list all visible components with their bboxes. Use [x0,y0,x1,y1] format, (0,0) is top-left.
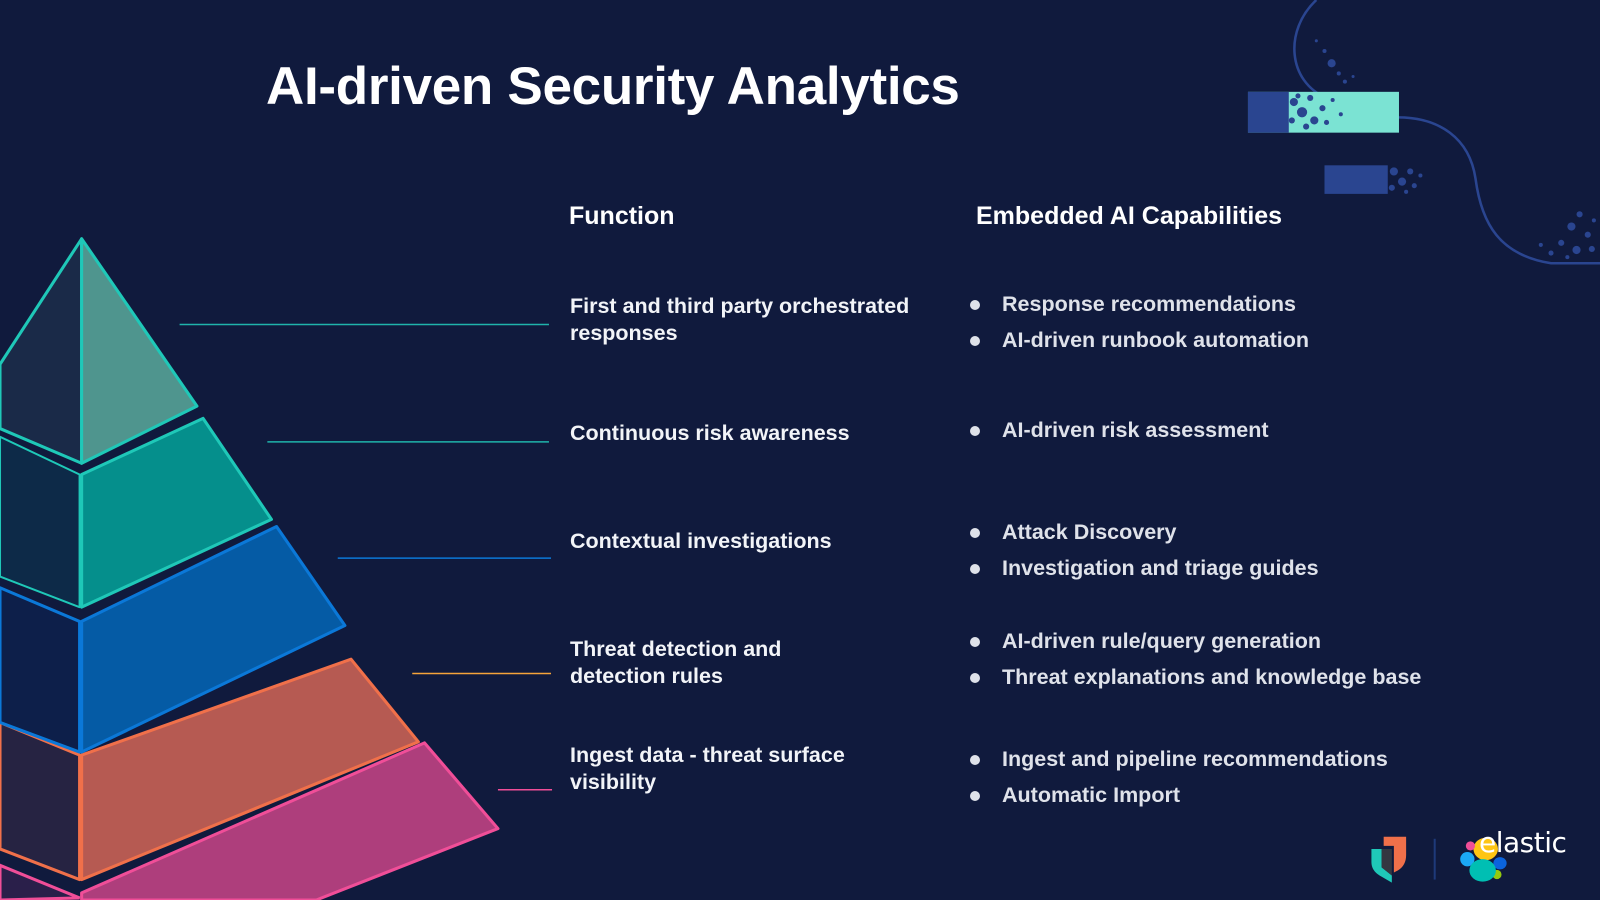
capability-item: Investigation and triage guides [970,550,1319,586]
bullet-icon [970,564,980,574]
function-label-tier-2: Continuous risk awareness [570,420,940,447]
pyramid [0,237,500,900]
capability-text: AI-driven risk assessment [1002,418,1269,442]
bullet-icon [970,755,980,765]
capability-text: Response recommendations [1002,292,1296,316]
function-label-tier-4: Threat detection and detection rules [570,636,940,690]
capability-text: Attack Discovery [1002,520,1177,544]
elastic-security-shield-icon [1371,836,1407,883]
function-line: Threat detection and [570,637,782,661]
capabilities-list-tier-4: AI-driven rule/query generation Threat e… [970,623,1421,695]
capability-text: Investigation and triage guides [1002,556,1319,580]
elastic-wordmark: elastic [1479,826,1567,859]
function-label-tier-5: Ingest data - threat surface visibility [570,742,940,796]
capability-item: Attack Discovery [970,514,1319,550]
function-line: responses [570,321,678,345]
function-line: Ingest data - threat surface [570,743,845,767]
capability-text: Threat explanations and knowledge base [1002,665,1422,689]
capability-item: AI-driven runbook automation [970,322,1309,358]
function-line: First and third party orchestrated [570,294,910,318]
capability-item: Response recommendations [970,286,1309,322]
capability-item: AI-driven rule/query generation [970,623,1421,659]
function-line: Contextual investigations [570,529,832,553]
capability-text: Automatic Import [1002,783,1180,807]
capabilities-list-tier-3: Attack Discovery Investigation and triag… [970,514,1319,586]
bullet-icon [970,426,980,436]
capabilities-list-tier-5: Ingest and pipeline recommendations Auto… [970,741,1388,813]
capability-text: AI-driven runbook automation [1002,328,1309,352]
capabilities-list-tier-1: Response recommendations AI-driven runbo… [970,286,1309,358]
capability-text: Ingest and pipeline recommendations [1002,747,1388,771]
function-label-tier-1: First and third party orchestrated respo… [570,293,940,347]
capability-item: Ingest and pipeline recommendations [970,741,1388,777]
function-line: visibility [570,770,657,794]
column-header-function: Function [569,202,675,230]
capability-text: AI-driven rule/query generation [1002,629,1321,653]
bullet-icon [970,528,980,538]
function-label-tier-3: Contextual investigations [570,528,940,555]
bullet-icon [970,673,980,683]
bullet-icon [970,300,980,310]
capability-item: Automatic Import [970,777,1388,813]
decorative-swoosh [1247,0,1600,265]
pyramid-tier-1 [0,237,199,465]
bullet-icon [970,791,980,801]
capability-item: AI-driven risk assessment [970,412,1269,448]
capabilities-list-tier-2: AI-driven risk assessment [970,412,1269,448]
capability-item: Threat explanations and knowledge base [970,659,1421,695]
bullet-icon [970,637,980,647]
function-line: detection rules [570,664,723,688]
function-line: Continuous risk awareness [570,421,850,445]
page-title: AI-driven Security Analytics [266,57,960,116]
bullet-icon [970,336,980,346]
column-header-capabilities: Embedded AI Capabilities [976,202,1283,230]
decor-bar-blue [1324,165,1388,194]
